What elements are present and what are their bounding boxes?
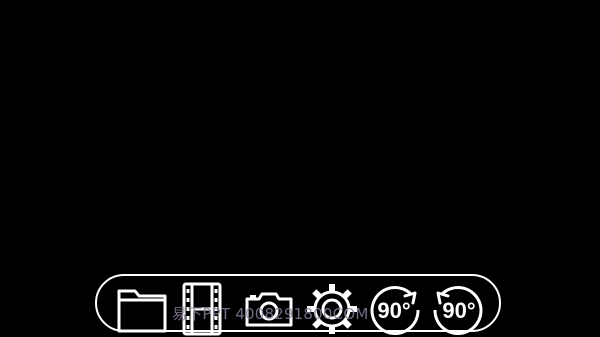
screen: 90° 90° 易下PPT 4008291800COM xyxy=(0,0,600,337)
settings-button[interactable] xyxy=(304,281,360,337)
film-button[interactable] xyxy=(178,281,234,337)
rotate-counterclockwise-icon: 90° xyxy=(433,286,483,336)
rotate-clockwise-button[interactable]: 90° xyxy=(367,281,423,337)
rotate-clockwise-label: 90° xyxy=(377,298,410,323)
film-icon xyxy=(182,282,222,336)
rotate-clockwise-icon: 90° xyxy=(370,286,420,336)
camera-icon xyxy=(245,292,293,327)
camera-button[interactable] xyxy=(241,281,297,337)
bottom-toolbar: 90° 90° xyxy=(95,274,501,336)
folder-button[interactable] xyxy=(115,281,171,337)
rotate-counterclockwise-button[interactable]: 90° xyxy=(430,281,486,337)
folder-icon xyxy=(117,289,167,333)
settings-gear-icon xyxy=(307,284,357,334)
rotate-counterclockwise-label: 90° xyxy=(442,298,475,323)
